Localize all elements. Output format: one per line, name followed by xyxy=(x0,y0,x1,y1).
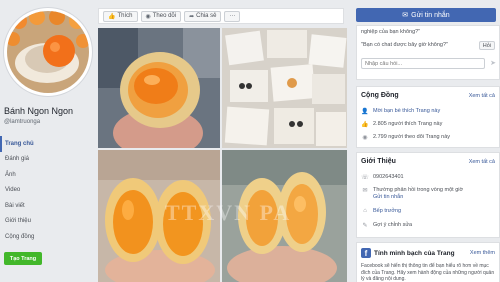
photo-2-image xyxy=(222,28,347,148)
create-page-button[interactable]: Tạo Trang xyxy=(4,252,42,265)
nav-item-videos[interactable]: Video xyxy=(0,183,96,199)
photo-boxes[interactable] xyxy=(222,28,347,148)
tag-icon: ⌂ xyxy=(363,208,367,214)
invite-friends-icon: 👤 xyxy=(361,108,369,115)
rss-icon: ◉ xyxy=(145,13,151,20)
right-column: ✉ Gửi tin nhắn nghiệp của bạn không?" "B… xyxy=(352,0,500,282)
suggest-edit-link[interactable]: Gợi ý chỉnh sửa xyxy=(373,222,412,228)
invite-link[interactable]: Mời bạn bè thích Trang này xyxy=(373,108,440,114)
nav-item-home[interactable]: Trang chủ xyxy=(0,136,96,152)
transparency-card: f Tính minh bạch của Trang Xem thêm Face… xyxy=(356,242,500,282)
phone-icon: ☏ xyxy=(361,174,369,181)
left-column: Bánh Ngon Ngon @lamtruonga Trang chủ Đán… xyxy=(0,0,96,282)
follows-count: 2.799 người theo dõi Trang này xyxy=(373,134,451,140)
thumbs-up-icon: 👍 xyxy=(361,121,369,128)
community-card: Cộng Đồng Xem tất cả 👤 Mời bạn bè thích … xyxy=(356,86,500,148)
photo-3-image xyxy=(98,150,220,282)
messenger-icon: ✉ xyxy=(362,187,368,194)
like-button[interactable]: 👍 Thích xyxy=(103,10,138,22)
facebook-icon: f xyxy=(361,248,371,258)
about-message-row: Gửi tin nhắn xyxy=(373,194,403,200)
share-label: Chia sẻ xyxy=(196,13,217,19)
page-nav: Trang chủ Đánh giá Ảnh Video Bài viết Gi… xyxy=(0,136,96,245)
transparency-body: Facebook sẽ hiển thị thông tin để bạn hi… xyxy=(361,263,495,282)
follow-button[interactable]: ◉ Theo dõi xyxy=(140,10,182,22)
invite-row: 👤 Mời bạn bè thích Trang này xyxy=(361,107,440,115)
page-avatar[interactable] xyxy=(4,8,92,96)
phone-number: 0902643401 xyxy=(373,174,404,180)
page-action-bar: 👍 Thích ◉ Theo dõi ➦ Chia sẻ ··· xyxy=(98,8,344,24)
messenger-icon: ✉ xyxy=(402,12,409,19)
transparency-title: Tính minh bạch của Trang xyxy=(374,250,455,257)
nav-item-about[interactable]: Giới thiệu xyxy=(0,214,96,230)
phone-row: ☏ 0902643401 xyxy=(361,173,404,181)
about-card: Giới Thiệu Xem tất cả ☏ 0902643401 ✉ Thư… xyxy=(356,152,500,238)
thumbs-up-icon: 👍 xyxy=(108,13,116,20)
about-send-message-link[interactable]: Gửi tin nhắn xyxy=(373,194,403,200)
community-title: Cộng Đồng xyxy=(361,92,399,99)
photo-1-image xyxy=(98,28,220,148)
follows-row: ◉ 2.799 người theo dõi Trang này xyxy=(361,133,450,141)
photo-cake-hand[interactable] xyxy=(98,28,220,148)
category-link[interactable]: Bếp trưởng xyxy=(373,208,401,214)
suggest-row: ✎ Gợi ý chỉnh sửa xyxy=(361,221,412,229)
share-icon: ➦ xyxy=(189,13,195,20)
messenger-card: nghiệp của bạn không?" "Bạn có chat được… xyxy=(356,25,500,80)
ask-button[interactable]: Hỏi xyxy=(478,41,495,50)
photo-cake-inside[interactable] xyxy=(222,150,347,282)
more-options-button[interactable]: ··· xyxy=(224,10,241,22)
photo-cake-cut[interactable] xyxy=(98,150,220,282)
like-label: Thích xyxy=(117,13,133,19)
likes-count: 2.805 người thích Trang này xyxy=(373,121,443,127)
avatar-image xyxy=(7,11,89,93)
question-input[interactable] xyxy=(361,58,485,69)
suggested-question[interactable]: "Bạn có chat được bây giờ không?" xyxy=(361,42,448,48)
page-username[interactable]: @lamtruonga xyxy=(4,119,40,125)
nav-item-photos[interactable]: Ảnh xyxy=(0,167,96,183)
transparency-see-more-link[interactable]: Xem thêm xyxy=(470,250,495,256)
follow-label: Theo dõi xyxy=(152,13,177,19)
nav-item-community[interactable]: Cộng đồng xyxy=(0,229,96,245)
more-label: ··· xyxy=(229,13,236,19)
ask-label: Hỏi xyxy=(482,42,491,49)
send-icon[interactable]: ➤ xyxy=(490,59,496,67)
response-time: Thường phản hồi trong vòng một giờ xyxy=(373,187,464,193)
community-see-all-link[interactable]: Xem tất cả xyxy=(469,93,495,99)
nav-item-posts[interactable]: Bài viết xyxy=(0,198,96,214)
page-title: Bánh Ngon Ngon xyxy=(4,106,74,116)
pencil-icon: ✎ xyxy=(362,222,368,229)
follow-icon: ◉ xyxy=(362,134,368,141)
send-message-button[interactable]: ✉ Gửi tin nhắn xyxy=(356,8,496,22)
likes-row: 👍 2.805 người thích Trang này xyxy=(361,120,442,128)
suggested-question[interactable]: nghiệp của bạn không?" xyxy=(361,29,420,35)
photo-4-image xyxy=(222,150,347,282)
send-message-label: Gửi tin nhắn xyxy=(411,11,450,19)
response-row: ✉ Thường phản hồi trong vòng một giờ xyxy=(361,186,463,194)
about-see-all-link[interactable]: Xem tất cả xyxy=(469,159,495,165)
nav-item-reviews[interactable]: Đánh giá xyxy=(0,152,96,168)
category-row: ⌂ Bếp trưởng xyxy=(361,207,401,215)
share-button[interactable]: ➦ Chia sẻ xyxy=(184,10,222,22)
about-title: Giới Thiệu xyxy=(361,158,396,165)
